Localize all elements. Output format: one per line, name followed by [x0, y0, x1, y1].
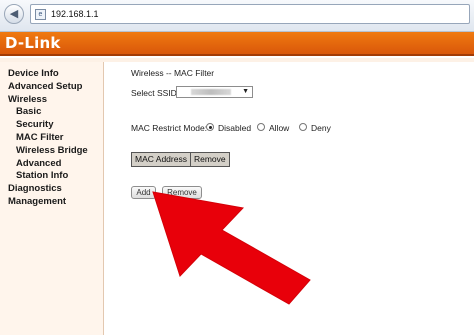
radio-deny[interactable] [299, 123, 307, 131]
radio-allow-label: Allow [269, 123, 290, 133]
remove-header: Remove [190, 153, 229, 166]
main-panel: Wireless -- MAC Filter Select SSID: ▼ MA… [105, 62, 474, 335]
ssid-select[interactable]: ▼ [176, 86, 253, 98]
sidebar-item-diagnostics[interactable]: Diagnostics [8, 183, 88, 196]
page-title: Wireless -- MAC Filter [131, 68, 215, 78]
remove-button[interactable]: Remove [162, 186, 202, 199]
sidebar-item-advanced[interactable]: Advanced [8, 158, 88, 171]
sidebar-item-basic[interactable]: Basic [8, 106, 88, 119]
sidebar-item-management[interactable]: Management [8, 196, 88, 209]
dlink-logo: D-Link [5, 34, 61, 52]
ssid-value-redacted [191, 89, 231, 95]
router-header: D-Link [0, 32, 474, 56]
add-button[interactable]: Add [131, 186, 156, 199]
mac-table: MAC Address Remove [131, 152, 230, 167]
sidebar-menu: Device Info Advanced Setup Wireless Basic Se… [8, 68, 88, 209]
sidebar-item-mac-filter[interactable]: MAC Filter [8, 132, 88, 145]
chevron-down-icon: ▼ [242, 88, 249, 95]
ssid-label: Select SSID: [131, 88, 180, 98]
sidebar-item-device-info[interactable]: Device Info [8, 68, 88, 81]
sidebar-item-station-info[interactable]: Station Info [8, 170, 88, 183]
sidebar-item-wireless-bridge[interactable]: Wireless Bridge [8, 145, 88, 158]
browser-toolbar: ◀ e 192.168.1.1 [0, 0, 474, 32]
back-arrow-icon[interactable]: ◀ [4, 4, 24, 24]
sidebar-item-advanced-setup[interactable]: Advanced Setup [8, 81, 88, 94]
radio-disabled-label: Disabled [218, 123, 252, 133]
address-bar[interactable]: e 192.168.1.1 [30, 4, 470, 24]
mac-address-header: MAC Address [132, 153, 191, 166]
sidebar-item-wireless[interactable]: Wireless [8, 94, 88, 107]
restrict-mode-label: MAC Restrict Mode: [131, 123, 208, 133]
address-url: 192.168.1.1 [51, 9, 99, 19]
radio-disabled[interactable] [206, 123, 214, 131]
radio-allow[interactable] [257, 123, 265, 131]
radio-deny-label: Deny [311, 123, 331, 133]
page-icon: e [35, 9, 46, 20]
sidebar-item-security[interactable]: Security [8, 119, 88, 132]
sidebar: Device Info Advanced Setup Wireless Basic Se… [0, 62, 104, 335]
